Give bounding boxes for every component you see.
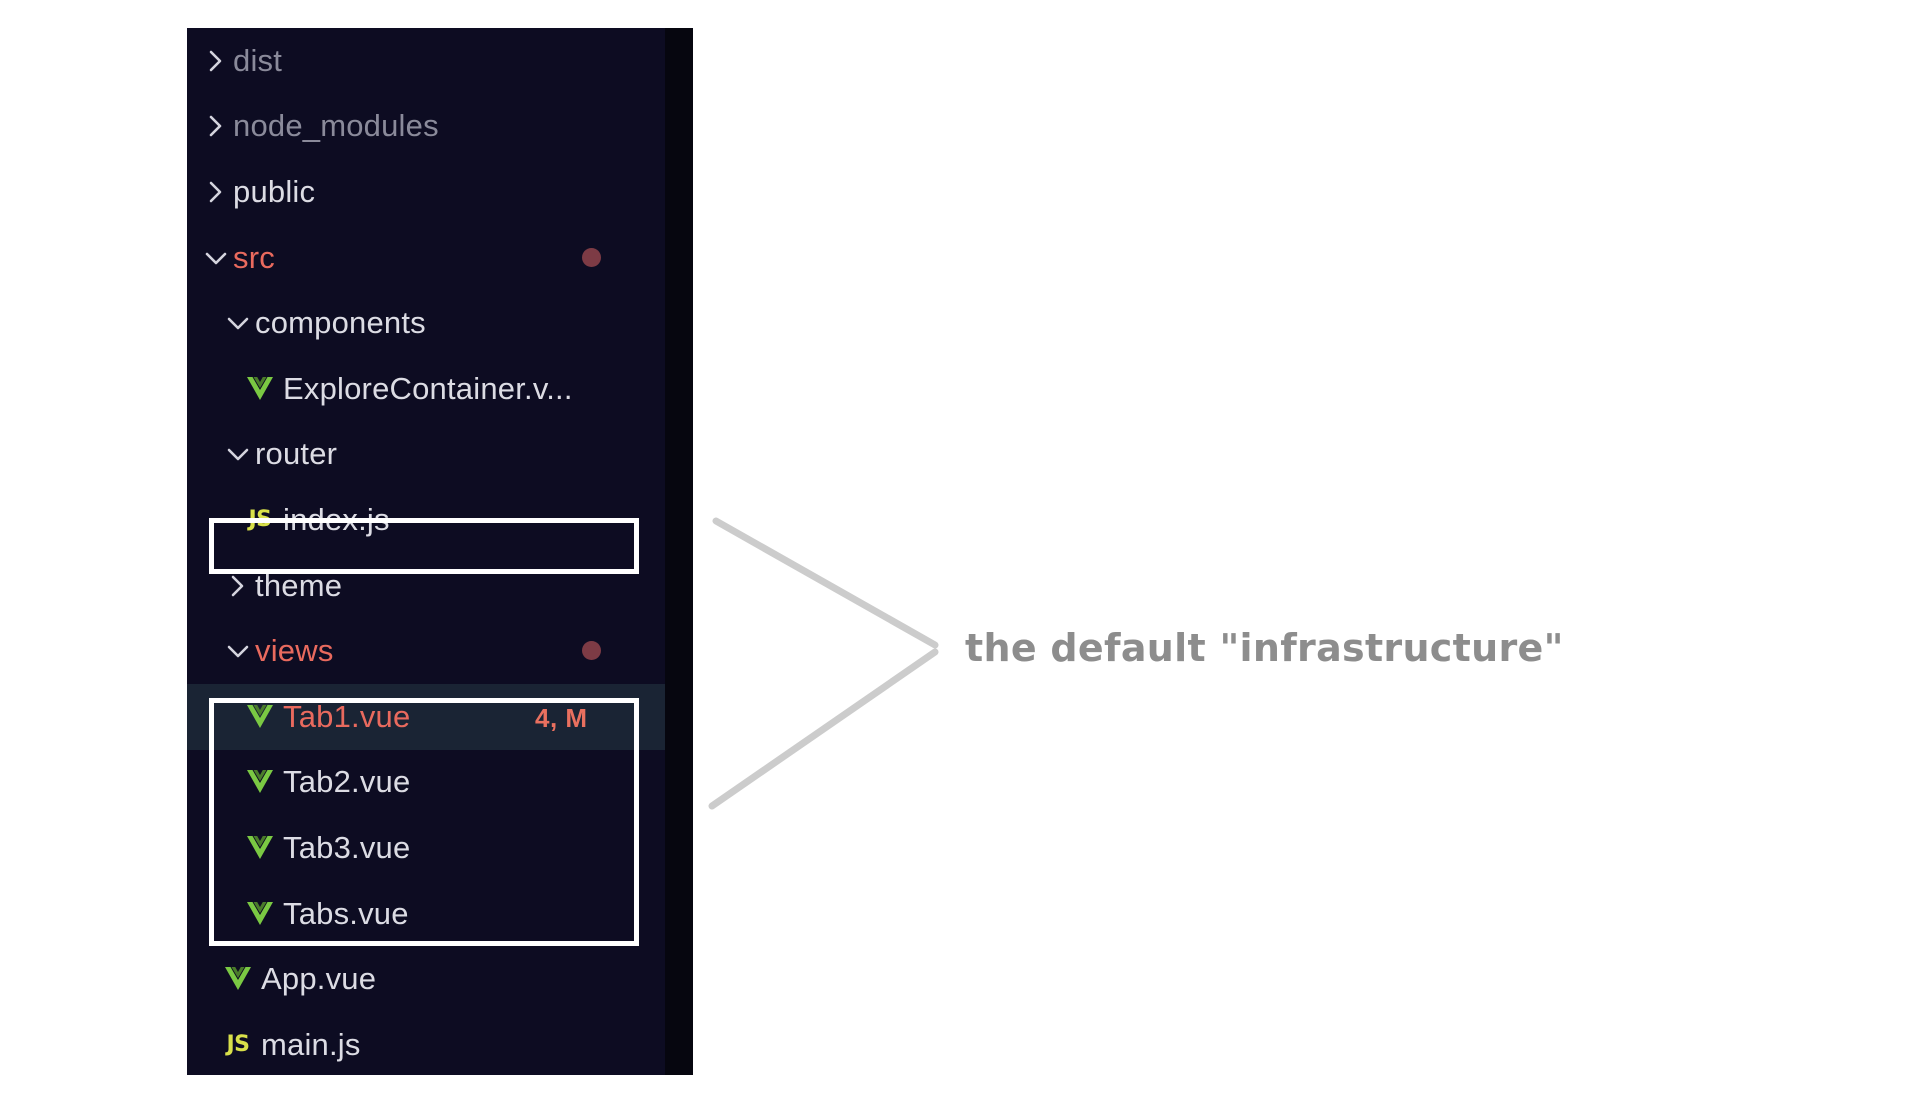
- chevron-right-icon[interactable]: [199, 111, 233, 141]
- tree-item-label: App.vue: [261, 961, 377, 997]
- file-explorer-panel[interactable]: dist node_modulespublic src components Explo…: [187, 28, 693, 1075]
- tree-row-explorecontainer-v-[interactable]: ExploreContainer.v...: [187, 356, 665, 422]
- annotation-label: the default "infrastructure": [965, 626, 1564, 670]
- tree-item-label: Tab3.vue: [283, 829, 411, 865]
- tree-item-label: ExploreContainer.v...: [283, 370, 573, 406]
- js-file-icon: JS: [248, 507, 272, 533]
- chevron-right-icon[interactable]: [221, 571, 255, 601]
- tree-item-label: node_modules: [233, 108, 439, 144]
- vue-file-icon: [243, 833, 277, 863]
- git-status-dot-icon: [582, 641, 601, 661]
- tree-row-components[interactable]: components: [187, 290, 665, 356]
- vue-file-icon: [243, 702, 277, 732]
- explorer-scrollbar-gutter[interactable]: [665, 28, 693, 1075]
- tree-item-label: dist: [233, 42, 283, 78]
- git-status-dot-icon: [582, 247, 601, 267]
- tree-row-tab3-vue[interactable]: Tab3.vue: [187, 815, 665, 881]
- tree-row-views[interactable]: views: [187, 618, 665, 684]
- tree-item-label: Tabs.vue: [283, 895, 409, 931]
- tree-item-label: theme: [255, 567, 343, 603]
- git-status-badge: 4, M: [535, 702, 588, 733]
- chevron-down-icon[interactable]: [221, 439, 255, 469]
- file-tree[interactable]: dist node_modulespublic src components Explo…: [187, 28, 665, 1075]
- tree-item-label: router: [255, 436, 338, 472]
- callout-leader-line-top: [712, 517, 939, 649]
- chevron-right-icon[interactable]: [199, 177, 233, 207]
- chevron-down-icon[interactable]: [221, 636, 255, 666]
- vue-file-icon: [221, 964, 255, 994]
- chevron-right-icon[interactable]: [199, 46, 233, 76]
- chevron-down-icon[interactable]: [199, 243, 233, 273]
- tree-item-label: src: [233, 239, 275, 275]
- tree-row-main-js[interactable]: JS main.js: [187, 1012, 665, 1075]
- tree-row-src[interactable]: src: [187, 225, 665, 291]
- tree-row-node-modules[interactable]: node_modules: [187, 94, 665, 160]
- tree-item-label: public: [233, 173, 316, 209]
- tree-row-index-js[interactable]: JS index.js: [187, 487, 665, 553]
- tree-item-label: components: [255, 305, 426, 341]
- tree-item-label: index.js: [283, 501, 390, 537]
- tree-item-label: views: [255, 633, 334, 669]
- vue-file-icon: [243, 899, 277, 929]
- tree-row-tab1-vue[interactable]: Tab1.vue 4, M: [187, 683, 665, 750]
- tree-row-theme[interactable]: theme: [187, 553, 665, 619]
- tree-row-tab2-vue[interactable]: Tab2.vue: [187, 750, 665, 816]
- tree-row-tabs-vue[interactable]: Tabs.vue: [187, 881, 665, 947]
- vue-file-icon: [243, 767, 277, 797]
- tree-item-label: Tab1.vue: [283, 698, 411, 734]
- tree-row-public[interactable]: public: [187, 159, 665, 225]
- tree-item-label: Tab2.vue: [283, 764, 411, 800]
- callout-leader-line-bottom: [708, 648, 939, 810]
- tree-row-app-vue[interactable]: App.vue: [187, 946, 665, 1012]
- chevron-down-icon[interactable]: [221, 308, 255, 338]
- js-file-icon: JS: [226, 1032, 250, 1058]
- vue-file-icon: [243, 374, 277, 404]
- tree-item-label: main.js: [261, 1026, 361, 1062]
- tree-row-dist[interactable]: dist: [187, 28, 665, 94]
- tree-row-router[interactable]: router: [187, 422, 665, 488]
